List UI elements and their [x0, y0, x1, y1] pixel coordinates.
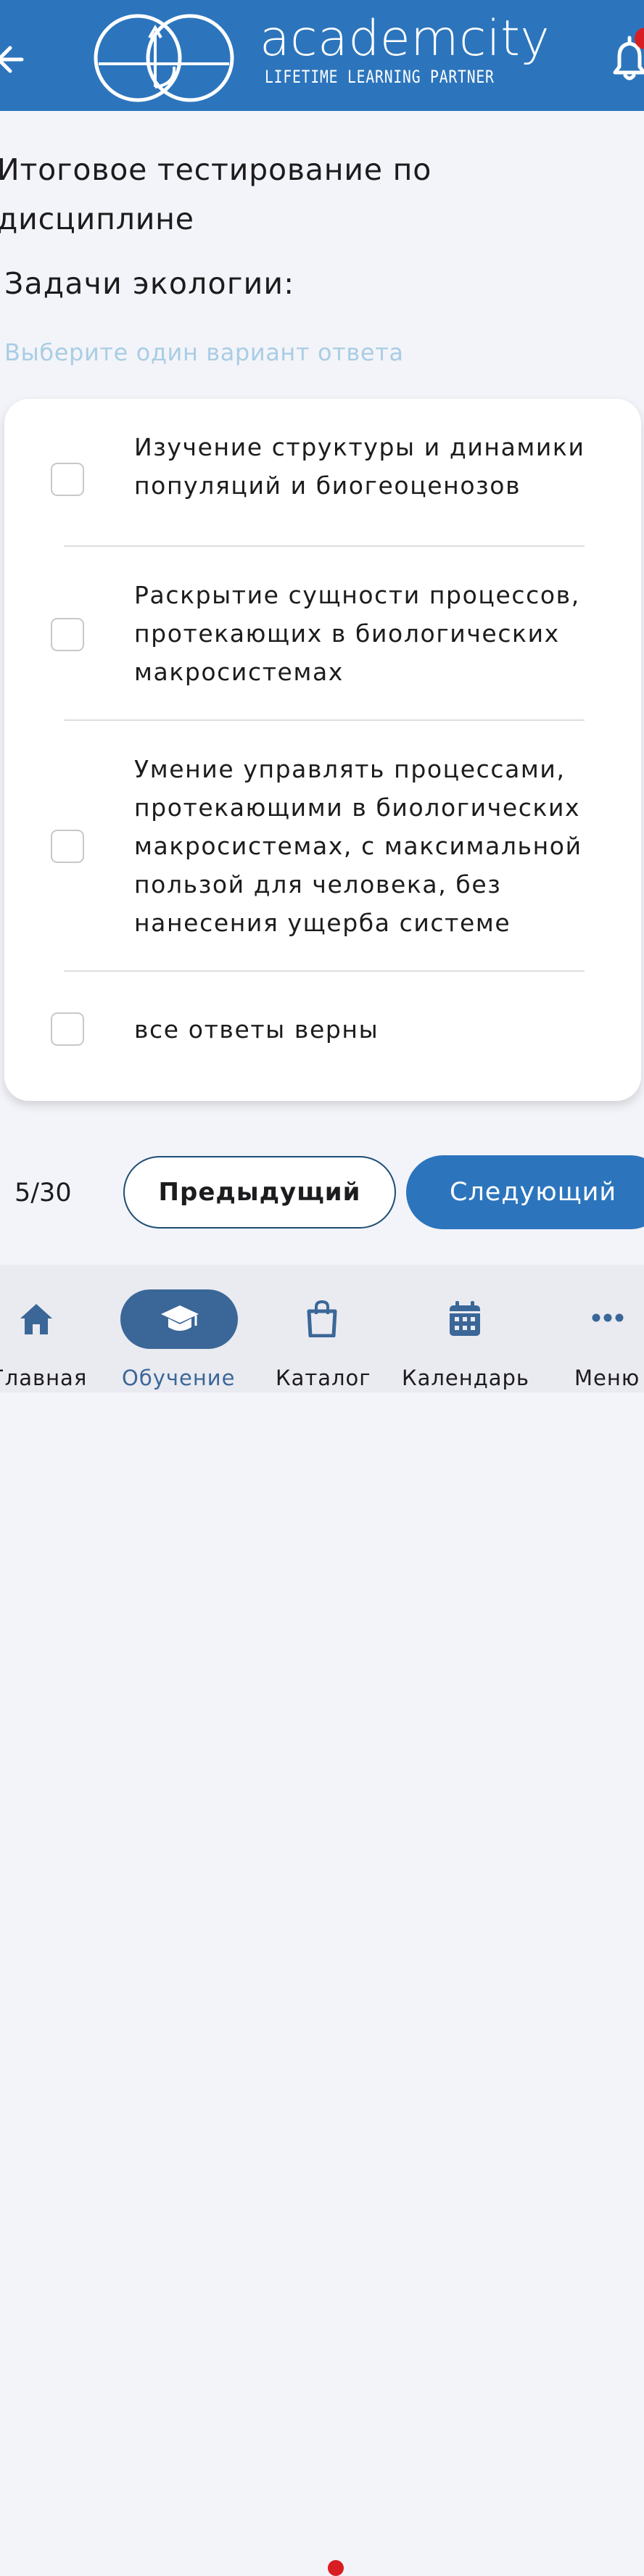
bottom-navigation: Главная Обучение Каталог Календарь Меню: [0, 1265, 644, 2576]
page-title: Итоговое тестирование по дисциплине: [0, 152, 432, 236]
logo-mark-icon: [94, 14, 234, 102]
answer-checkbox[interactable]: [51, 830, 84, 863]
brand-name: academcity: [260, 10, 550, 67]
answer-option[interactable]: все ответы верны: [4, 1012, 641, 1057]
home-icon: [20, 1304, 52, 1334]
question-counter: 5/30: [15, 1178, 72, 1208]
question-text: Задачи экологии:: [4, 266, 295, 301]
nav-label-learning: Обучение: [122, 1366, 236, 1390]
answer-hint: Выберите один вариант ответа: [4, 339, 404, 366]
more-icon: [592, 1313, 624, 1322]
brand-logo: academcity LIFETIME LEARNING PARTNER: [93, 7, 566, 104]
nav-item-calendar[interactable]: Календарь: [397, 1265, 535, 1392]
nav-item-catalog[interactable]: Каталог: [268, 1265, 377, 1392]
previous-button[interactable]: Предыдущий: [123, 1156, 396, 1229]
nav-label-calendar: Календарь: [402, 1366, 530, 1390]
calendar-icon: [450, 1301, 480, 1336]
answer-option-label: Раскрытие сущности процессов, протекающи…: [134, 581, 580, 686]
app-header: academcity LIFETIME LEARNING PARTNER: [0, 0, 644, 111]
answer-checkbox[interactable]: [51, 1012, 84, 1046]
nav-item-home[interactable]: Главная: [0, 1265, 94, 1392]
answer-option-label: Умение управлять процессами, протекающим…: [134, 755, 582, 937]
answer-option-label: Изучение структуры и динамики популяций …: [134, 433, 585, 500]
arrow-left-icon[interactable]: [0, 38, 28, 81]
answer-options-card: Изучение структуры и динамики популяций …: [4, 399, 641, 1101]
next-button[interactable]: Следующий: [406, 1155, 644, 1229]
answer-option[interactable]: Раскрытие сущности процессов, протекающи…: [4, 576, 641, 692]
graduation-cap-icon: [161, 1305, 199, 1331]
answer-checkbox[interactable]: [51, 618, 84, 651]
answer-checkbox[interactable]: [51, 463, 84, 496]
nav-item-learning[interactable]: Обучение: [109, 1265, 254, 1392]
catalog-badge: [328, 2560, 344, 2576]
nav-label-menu: Меню: [574, 1366, 640, 1390]
divider: [64, 545, 585, 547]
divider: [64, 719, 585, 721]
answer-option[interactable]: Умение управлять процессами, протекающим…: [4, 750, 641, 946]
nav-label-home: Главная: [0, 1366, 88, 1390]
nav-label-catalog: Каталог: [276, 1366, 371, 1390]
answer-option-label: все ответы верны: [134, 1015, 379, 1044]
brand-tagline: LIFETIME LEARNING PARTNER: [265, 67, 495, 87]
divider: [64, 970, 585, 972]
answer-option[interactable]: Изучение структуры и динамики популяций …: [4, 428, 641, 500]
nav-item-menu[interactable]: Меню: [557, 1265, 644, 1392]
shopping-bag-icon: [307, 1300, 337, 1337]
